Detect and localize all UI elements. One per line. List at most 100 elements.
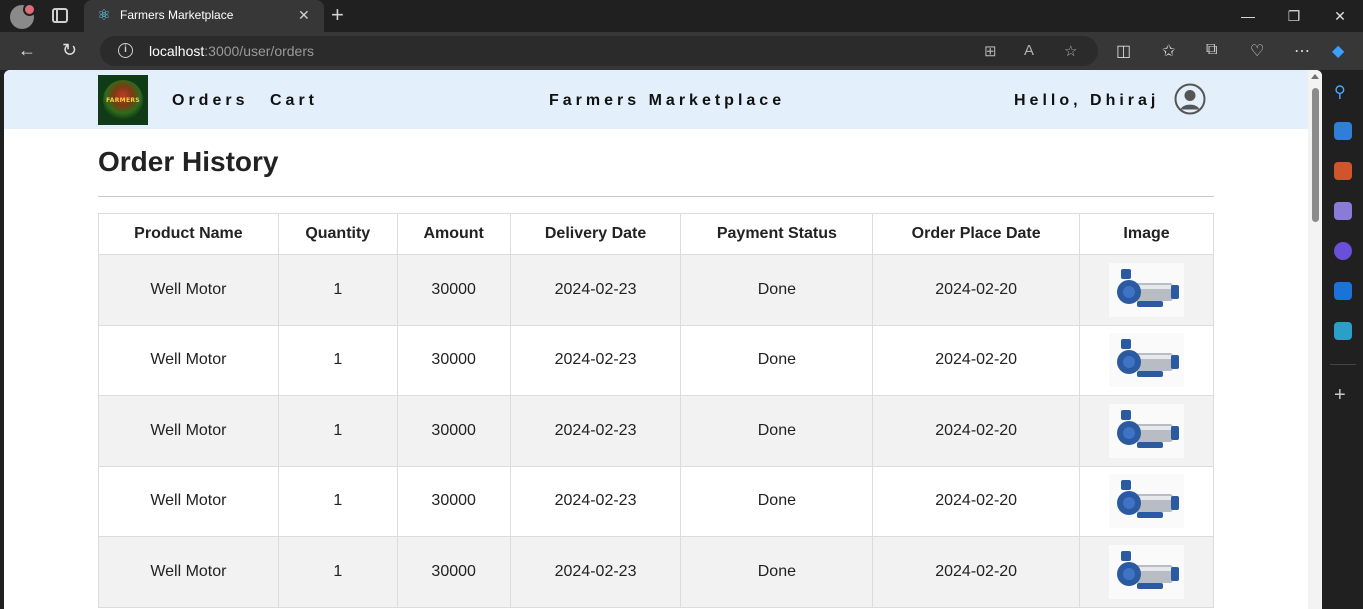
- table-cell: Well Motor: [98, 324, 279, 396]
- product-image: [1109, 474, 1185, 529]
- profile-icon[interactable]: [10, 3, 36, 29]
- table-cell-image: [1079, 395, 1214, 467]
- table-cell: 1: [277, 465, 398, 537]
- browser-tab[interactable]: ⚛ Farmers Marketplace ✕: [84, 0, 324, 32]
- table-cell: Done: [680, 254, 874, 326]
- table-header-row: Product Name Quantity Amount Delivery Da…: [98, 213, 1214, 255]
- table-cell: Done: [680, 465, 874, 537]
- table-cell: 30000: [396, 465, 511, 537]
- column-header: Image: [1079, 213, 1214, 255]
- table-cell: 2024-02-20: [872, 254, 1081, 326]
- table-cell: Well Motor: [98, 254, 279, 326]
- browser-essentials-icon[interactable]: ♡: [1250, 41, 1264, 61]
- page-scrollbar[interactable]: [1308, 70, 1322, 609]
- sidebar-divider: [1330, 364, 1356, 365]
- split-screen-icon[interactable]: ◫: [1116, 41, 1131, 61]
- address-bar[interactable]: i localhost:3000/user/orders ⊞ A ☆: [100, 36, 1098, 66]
- copilot-icon[interactable]: ◆: [1332, 41, 1344, 61]
- shopping-tag-icon[interactable]: [1334, 122, 1352, 140]
- logo-text: FARMERS: [106, 96, 140, 104]
- product-image: [1109, 544, 1185, 599]
- back-icon[interactable]: ←: [18, 40, 36, 60]
- product-image: [1109, 262, 1185, 317]
- table-cell: Done: [680, 536, 874, 608]
- table-cell: Well Motor: [98, 395, 279, 467]
- app-available-icon[interactable]: ⊞: [984, 42, 997, 60]
- new-tab-icon[interactable]: +: [331, 4, 344, 26]
- table-cell-image: [1079, 324, 1214, 396]
- title-divider: [98, 196, 1214, 197]
- table-cell: 1: [277, 536, 398, 608]
- orders-table: Product Name Quantity Amount Delivery Da…: [98, 213, 1214, 608]
- table-cell: 2024-02-23: [509, 536, 682, 608]
- microsoft365-icon[interactable]: [1334, 242, 1352, 260]
- scroll-thumb[interactable]: [1312, 88, 1319, 222]
- drop-send-icon[interactable]: [1334, 322, 1352, 340]
- table-cell: Well Motor: [98, 536, 279, 608]
- page-viewport: FARMERS Orders Cart Farmers Marketplace …: [4, 70, 1322, 609]
- outlook-icon[interactable]: [1334, 282, 1352, 300]
- table-cell: 1: [277, 395, 398, 467]
- table-cell: 1: [277, 254, 398, 326]
- table-cell: 30000: [396, 536, 511, 608]
- site-info-icon[interactable]: i: [118, 43, 133, 58]
- table-cell: Well Motor: [98, 465, 279, 537]
- games-icon[interactable]: [1334, 202, 1352, 220]
- product-image: [1109, 333, 1185, 388]
- minimize-icon[interactable]: —: [1225, 0, 1271, 32]
- table-row: Well Motor 1 30000 2024-02-23 Done 2024-02-20: [98, 395, 1214, 467]
- table-cell: Done: [680, 324, 874, 396]
- edge-sidebar: ⚲ +: [1322, 70, 1363, 609]
- table-cell: 30000: [396, 395, 511, 467]
- farmers-logo[interactable]: FARMERS: [98, 75, 148, 125]
- table-row: Well Motor 1 30000 2024-02-23 Done 2024-02-20: [98, 536, 1214, 608]
- table-row: Well Motor 1 30000 2024-02-23 Done 2024-02-20: [98, 254, 1214, 326]
- table-row: Well Motor 1 30000 2024-02-23 Done 2024-02-20: [98, 324, 1214, 396]
- nav-cart-link[interactable]: Cart: [270, 92, 318, 110]
- refresh-icon[interactable]: ↻: [62, 40, 77, 60]
- table-row: Well Motor 1 30000 2024-02-23 Done 2024-02-20: [98, 465, 1214, 537]
- table-cell-image: [1079, 536, 1214, 608]
- restore-icon[interactable]: ❐: [1271, 0, 1317, 32]
- product-image: [1109, 403, 1185, 458]
- table-cell: 2024-02-20: [872, 465, 1081, 537]
- close-window-icon[interactable]: ✕: [1317, 0, 1363, 32]
- column-header: Payment Status: [680, 213, 874, 255]
- tab-actions-icon[interactable]: [52, 8, 68, 23]
- table-cell: 2024-02-20: [872, 395, 1081, 467]
- favorite-star-icon[interactable]: ☆: [1064, 42, 1077, 60]
- read-aloud-icon[interactable]: A: [1024, 42, 1034, 59]
- table-cell: 2024-02-23: [509, 465, 682, 537]
- more-options-icon[interactable]: ⋯: [1294, 41, 1310, 61]
- user-greeting: Hello, Dhiraj: [1014, 92, 1160, 109]
- search-icon[interactable]: ⚲: [1334, 82, 1352, 101]
- tab-close-icon[interactable]: ✕: [298, 7, 310, 24]
- column-header: Delivery Date: [509, 213, 682, 255]
- add-sidebar-app-icon[interactable]: +: [1334, 385, 1352, 405]
- table-cell-image: [1079, 254, 1214, 326]
- table-cell-image: [1079, 465, 1214, 537]
- react-favicon-icon: ⚛: [97, 7, 111, 24]
- table-cell: 2024-02-23: [509, 254, 682, 326]
- url-text[interactable]: localhost:3000/user/orders: [149, 43, 314, 59]
- app-header: FARMERS Orders Cart Farmers Marketplace …: [4, 70, 1308, 129]
- nav-orders-link[interactable]: Orders: [172, 92, 248, 110]
- table-cell: 2024-02-20: [872, 536, 1081, 608]
- browser-toolbar: ← ↻ i localhost:3000/user/orders ⊞ A ☆ ◫…: [0, 32, 1363, 70]
- user-avatar-icon[interactable]: [1174, 83, 1206, 115]
- column-header: Order Place Date: [872, 213, 1081, 255]
- column-header: Quantity: [277, 213, 398, 255]
- tools-briefcase-icon[interactable]: [1334, 162, 1352, 180]
- table-cell: Done: [680, 395, 874, 467]
- tab-strip: ⚛ Farmers Marketplace ✕ + — ❐ ✕: [0, 0, 1363, 32]
- scroll-up-arrow-icon[interactable]: [1311, 74, 1319, 79]
- table-cell: 2024-02-23: [509, 324, 682, 396]
- collections-icon[interactable]: ⧉: [1206, 41, 1217, 59]
- favorites-icon[interactable]: ✩: [1162, 41, 1175, 61]
- tab-title: Farmers Marketplace: [120, 8, 234, 22]
- brand-title: Farmers Marketplace: [549, 92, 786, 109]
- table-cell: 2024-02-23: [509, 395, 682, 467]
- column-header: Product Name: [98, 213, 279, 255]
- column-header: Amount: [396, 213, 511, 255]
- logo-emblem: FARMERS: [103, 80, 143, 120]
